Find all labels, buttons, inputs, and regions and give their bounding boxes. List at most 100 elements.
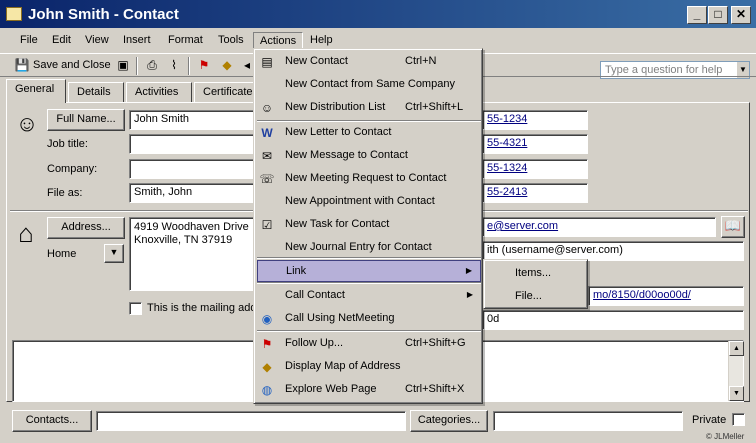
- address-book-icon[interactable]: 📖: [721, 216, 745, 238]
- address-button[interactable]: Address...: [47, 217, 125, 239]
- word-letter-icon: W: [261, 126, 273, 140]
- menu-label: New Contact from Same Company: [285, 78, 455, 90]
- menu-label: New Task for Contact: [285, 218, 390, 230]
- notes-scrollbar[interactable]: ▲ ▼: [728, 341, 744, 401]
- menu-edit[interactable]: Edit: [46, 32, 77, 50]
- follow-up-flag-icon[interactable]: ⚑: [196, 57, 212, 73]
- menu-new-letter[interactable]: W New Letter to Contact: [257, 122, 481, 144]
- link-submenu: Items... File...: [483, 259, 588, 309]
- maximize-icon[interactable]: □: [708, 6, 728, 24]
- menu-new-message[interactable]: ✉ New Message to Contact: [257, 145, 481, 167]
- meeting-request-icon: ☏: [259, 172, 275, 186]
- full-name-button[interactable]: Full Name...: [47, 109, 125, 131]
- file-as-label: File as:: [47, 187, 83, 199]
- submenu-items[interactable]: Items...: [487, 263, 586, 284]
- address-line-2: Knoxville, TN 37919: [134, 234, 233, 246]
- mailing-address-label: This is the mailing addr: [147, 302, 253, 314]
- menu-view[interactable]: View: [79, 32, 115, 50]
- print-icon[interactable]: ⎙: [144, 57, 160, 73]
- menu-shortcut: Ctrl+Shift+L: [405, 101, 464, 113]
- window-title: John Smith - Contact: [28, 6, 179, 23]
- menu-display-map[interactable]: ◆ Display Map of Address: [257, 356, 481, 378]
- save-close-button[interactable]: Save and Close: [33, 59, 111, 71]
- phone-field-1[interactable]: 55-1234: [482, 110, 588, 130]
- menu-separator: [257, 282, 481, 284]
- full-name-field[interactable]: John Smith: [129, 110, 254, 130]
- map-icon[interactable]: ◆: [219, 57, 235, 73]
- menu-label: New Message to Contact: [285, 149, 408, 161]
- toolbar-separator: [188, 57, 190, 75]
- save-new-icon[interactable]: ▣: [115, 57, 131, 73]
- menu-label: New Journal Entry for Contact: [285, 241, 432, 253]
- company-field[interactable]: [129, 159, 254, 179]
- tab-details[interactable]: Details: [68, 82, 124, 102]
- tab-general[interactable]: General: [6, 79, 66, 103]
- company-label: Company:: [47, 163, 98, 175]
- phone-field-4[interactable]: 55-2413: [482, 183, 588, 203]
- scroll-down-icon[interactable]: ▼: [729, 386, 744, 401]
- scroll-up-icon[interactable]: ▲: [729, 341, 744, 356]
- menu-separator: [257, 257, 481, 259]
- private-checkbox[interactable]: [732, 413, 745, 426]
- title-bar: John Smith - Contact _ □ ✕: [0, 0, 756, 30]
- im-address-field[interactable]: 0d: [482, 310, 744, 330]
- menu-file[interactable]: File: [14, 32, 44, 50]
- menu-label: Explore Web Page: [285, 383, 377, 395]
- menu-new-appointment[interactable]: New Appointment with Contact: [257, 191, 481, 213]
- menu-label: New Contact: [285, 55, 348, 67]
- job-title-field[interactable]: [129, 134, 254, 154]
- attach-icon[interactable]: ⌇: [166, 57, 182, 73]
- tab-activities[interactable]: Activities: [126, 82, 192, 102]
- minimize-icon[interactable]: _: [687, 6, 707, 24]
- menu-label: Call Using NetMeeting: [285, 312, 395, 324]
- submenu-arrow-icon: ▶: [465, 266, 472, 275]
- menu-follow-up[interactable]: ⚑ Follow Up... Ctrl+Shift+G: [257, 333, 481, 355]
- menu-new-journal-entry[interactable]: New Journal Entry for Contact: [257, 237, 481, 259]
- menu-tools[interactable]: Tools: [212, 32, 250, 50]
- menu-format[interactable]: Format: [162, 32, 209, 50]
- contact-card-icon: [6, 7, 22, 21]
- contacts-field[interactable]: [96, 411, 406, 431]
- map-icon: ◆: [262, 360, 272, 374]
- display-as-field[interactable]: ith (username@server.com): [482, 241, 744, 261]
- menu-call-contact[interactable]: Call Contact ▶: [257, 285, 481, 307]
- categories-field[interactable]: [493, 411, 683, 431]
- file-as-field[interactable]: Smith, John: [129, 183, 254, 203]
- netmeeting-icon: ◉: [261, 312, 273, 326]
- phone-value: 55-1324: [487, 162, 528, 174]
- new-contact-icon: ▤: [261, 55, 273, 69]
- menu-new-contact-same-company[interactable]: New Contact from Same Company: [257, 74, 481, 96]
- menu-label: New Distribution List: [285, 101, 386, 113]
- email-field[interactable]: e@server.com: [482, 217, 716, 237]
- menu-new-contact[interactable]: ▤ New Contact Ctrl+N: [257, 51, 481, 73]
- menu-label: File...: [515, 290, 542, 302]
- tab-certificates[interactable]: Certificates: [194, 82, 260, 102]
- menu-new-distribution-list[interactable]: ☺ New Distribution List Ctrl+Shift+L: [257, 97, 481, 119]
- menu-shortcut: Ctrl+Shift+G: [405, 337, 466, 349]
- menu-call-netmeeting[interactable]: ◉ Call Using NetMeeting: [257, 308, 481, 330]
- address-field[interactable]: 4919 Woodhaven Drive Knoxville, TN 37919: [129, 217, 255, 291]
- phone-field-2[interactable]: 55-4321: [482, 134, 588, 154]
- phone-field-3[interactable]: 55-1324: [482, 159, 588, 179]
- menu-shortcut: Ctrl+N: [405, 55, 437, 67]
- submenu-file[interactable]: File...: [487, 286, 586, 307]
- menu-label: New Meeting Request to Contact: [285, 172, 447, 184]
- contacts-button[interactable]: Contacts...: [12, 410, 92, 432]
- menu-new-meeting-request[interactable]: ☏ New Meeting Request to Contact: [257, 168, 481, 190]
- menu-link[interactable]: Link ▶: [257, 260, 481, 282]
- menu-shortcut: Ctrl+Shift+X: [405, 383, 465, 395]
- address-type-dropdown[interactable]: ▼: [104, 244, 124, 263]
- menu-insert[interactable]: Insert: [117, 32, 157, 50]
- web-page-field[interactable]: mo/8150/d00oo00d/: [588, 286, 744, 306]
- web-page-value: mo/8150/d00oo00d/: [593, 289, 691, 301]
- menu-explore-web-page[interactable]: ◍ Explore Web Page Ctrl+Shift+X: [257, 379, 481, 401]
- phone-value: 55-1234: [487, 113, 528, 125]
- menu-new-task[interactable]: ☑ New Task for Contact: [257, 214, 481, 236]
- email-value: e@server.com: [487, 220, 559, 232]
- phone-value: 55-2413: [487, 186, 528, 198]
- close-icon[interactable]: ✕: [731, 6, 751, 24]
- save-icon[interactable]: 💾: [14, 57, 30, 73]
- categories-button[interactable]: Categories...: [410, 410, 488, 432]
- mailing-address-checkbox[interactable]: [129, 302, 142, 315]
- new-message-icon: ✉: [261, 149, 273, 163]
